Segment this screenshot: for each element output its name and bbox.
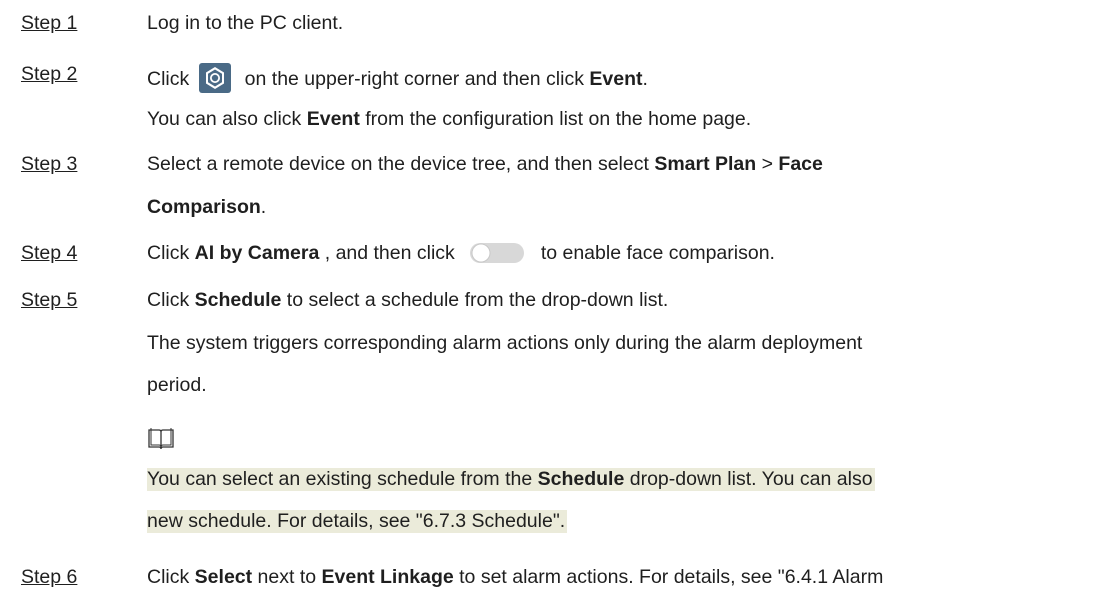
step-text-part: Click [147,242,195,264]
step-text-part: Click [147,566,195,588]
step-label: Step 2 [21,63,78,85]
step-text: Click Schedule to select a schedule from… [147,289,668,312]
step-bold-comparison: Comparison [147,196,261,218]
step-text-part: > [756,153,779,175]
step-text-part: to enable face comparison. [540,242,775,264]
step-label: Step 5 [21,289,78,311]
step-text-part: Select a remote device on the device tre… [147,153,655,175]
step-text: You can also click Event from the config… [147,108,751,131]
note-text: You can select an existing schedule from… [147,468,538,490]
toggle-switch-icon [469,242,525,264]
step-bold-event: Event [589,68,643,90]
step-bold-smart-plan: Smart Plan [654,153,757,175]
step-label: Step 4 [21,242,78,264]
step-bold-event: Event [306,108,360,130]
step-text: The system triggers corresponding alarm … [147,332,863,354]
step-text-part: You can also click [147,108,307,130]
step-text-part: on the upper-right corner and then click [239,68,590,90]
step-bold-event-linkage: Event Linkage [321,566,454,588]
step-text-part: to set alarm actions. For details, see "… [453,566,884,588]
step-text-part: . [260,196,267,218]
step-text-part: Click [147,289,195,311]
step-text-part: Click [147,68,190,90]
step-text: Log in to the PC client. [147,12,344,34]
step-text-part: next to [252,566,322,588]
step-bold-select: Select [194,566,253,588]
step-text: Click AI by Camera , and then click to en… [147,242,775,265]
step-text-part: to select a schedule from the drop-down … [281,289,669,311]
step-label: Step 6 [21,566,78,588]
step-text: Click on the upper-right corner and then… [147,63,648,93]
note-line-1: You can select an existing schedule from… [147,468,875,491]
step-bold-face: Face [778,153,823,175]
note-line-2: new schedule. For details, see "6.7.3 Sc… [147,510,568,533]
step-text: Click Select next to Event Linkage to se… [147,566,883,589]
book-icon [147,426,175,450]
note-bold-schedule: Schedule [537,468,625,490]
step-text-part: , and then click [319,242,455,264]
step-label: Step 3 [21,153,78,175]
step-label: Step 1 [21,12,78,34]
note-text: new schedule. For details, see "6.7.3 Sc… [147,510,566,532]
step-text: Select a remote device on the device tre… [147,153,823,176]
note-text: drop-down list. You can also [624,468,873,490]
step-bold-schedule: Schedule [194,289,282,311]
step-text: period. [147,374,207,396]
step-text: Comparison. [147,196,266,219]
step-text-part: . [642,68,648,90]
settings-icon [199,63,232,93]
step-text-part: from the configuration list on the home … [359,108,752,130]
step-bold-ai-by-camera: AI by Camera [194,242,320,264]
